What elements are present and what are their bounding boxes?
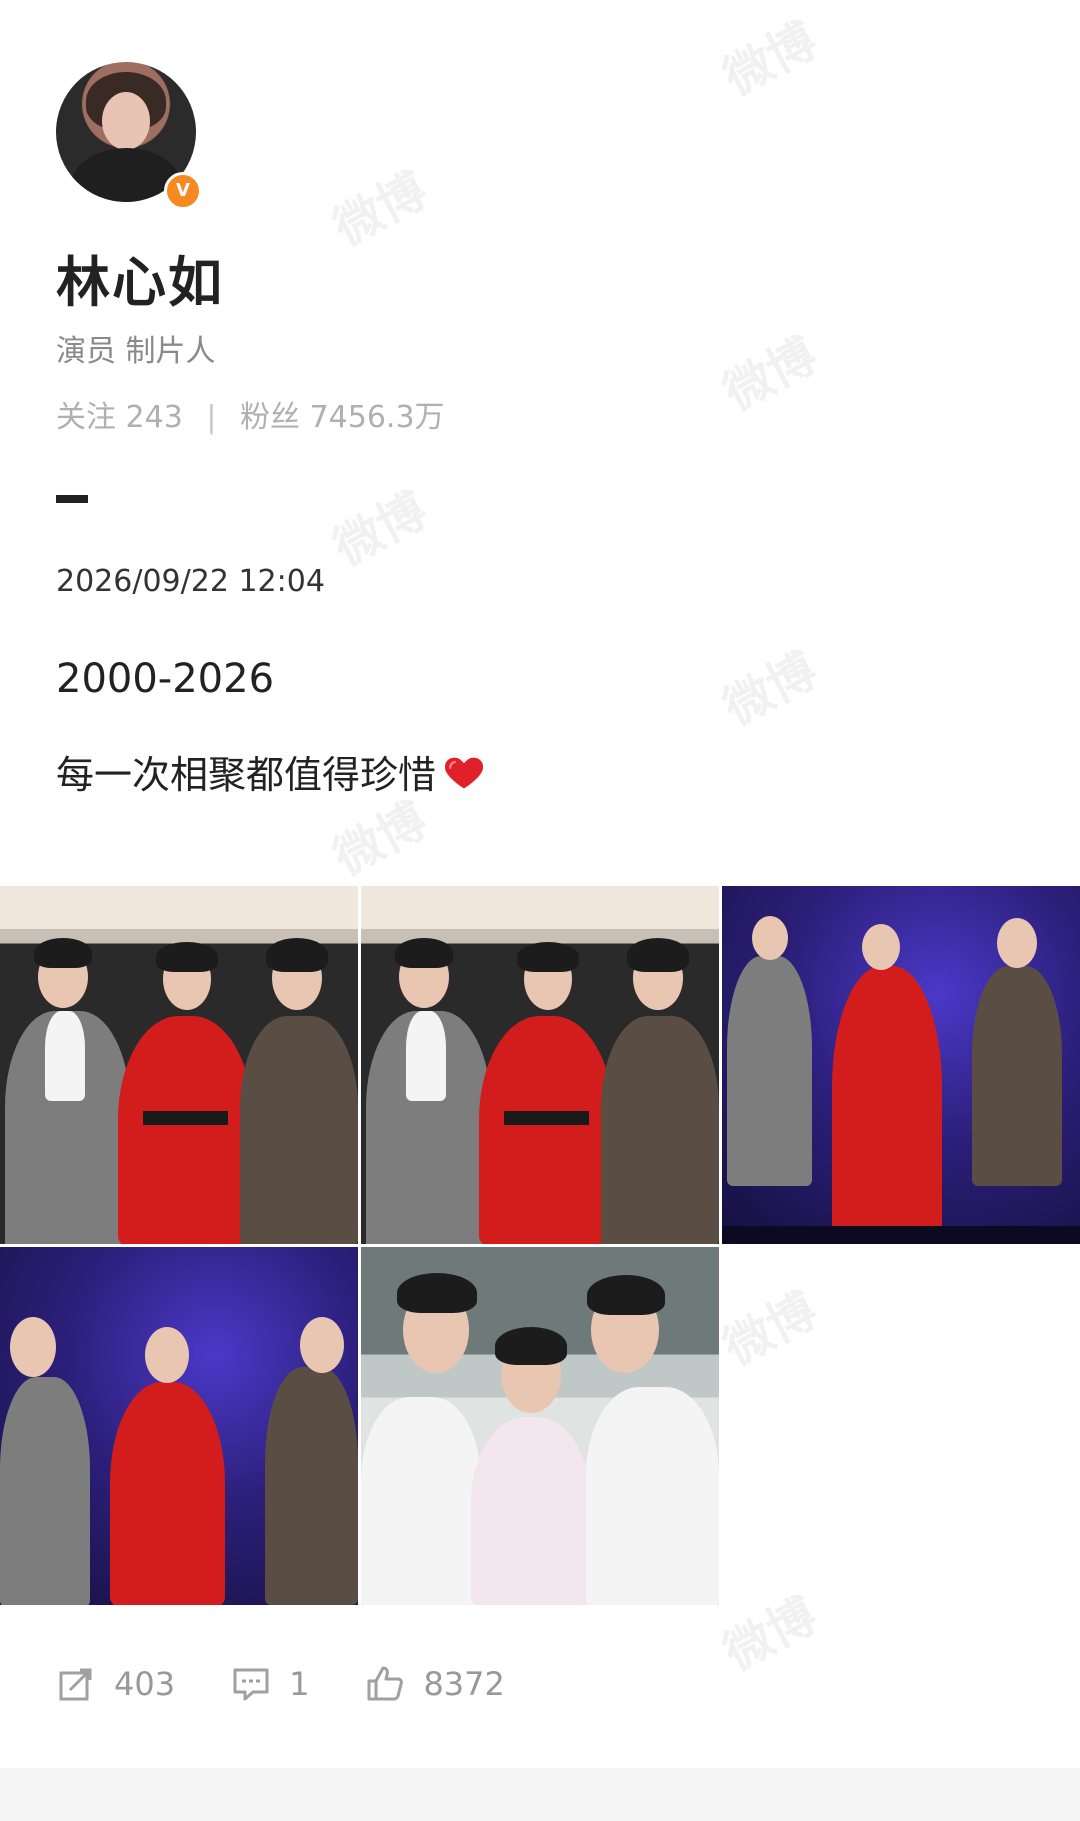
comment-count: 1 (289, 1665, 310, 1703)
post-text: 每一次相聚都值得珍惜 (56, 753, 437, 797)
profile-stats: 关注 243 | 粉丝 7456.3万 (56, 392, 445, 436)
following-count: 243 (125, 400, 183, 435)
heart-icon (442, 750, 486, 794)
post-timestamp: 2026/09/22 12:04 (56, 564, 325, 599)
post-text-line1: 2000-2026 (56, 656, 275, 702)
comment-icon (233, 1668, 269, 1701)
profile-name[interactable]: 林心如 (56, 238, 224, 317)
post-image-2[interactable] (361, 886, 719, 1244)
following-label: 关注 (56, 400, 116, 435)
watermark: 微博 (714, 327, 826, 422)
verified-badge-icon: V (164, 172, 202, 210)
following-link[interactable]: 关注 243 (56, 400, 192, 435)
repost-icon (59, 1668, 92, 1701)
profile-bio: 演员 制片人 (56, 334, 216, 369)
post-text-line2: 每一次相聚都值得珍惜 (56, 744, 486, 799)
watermark: 微博 (324, 162, 436, 257)
watermark: 微博 (324, 482, 436, 577)
like-count: 8372 (423, 1665, 505, 1703)
watermark: 微博 (714, 642, 826, 737)
watermark: 微博 (714, 12, 826, 107)
post-image-5[interactable] (361, 1247, 719, 1605)
followers-label: 粉丝 (240, 400, 301, 435)
comment-button[interactable]: 1 (231, 1664, 309, 1704)
post-image-grid (0, 886, 1080, 1606)
post-image-4[interactable] (0, 1247, 358, 1605)
followers-link[interactable]: 粉丝 7456.3万 (240, 400, 445, 435)
repost-count: 403 (114, 1665, 176, 1703)
stats-divider: | (206, 400, 217, 435)
like-icon (367, 1666, 404, 1701)
post-image-1[interactable] (0, 886, 358, 1244)
section-divider (56, 495, 88, 503)
like-button[interactable]: 8372 (365, 1664, 505, 1704)
bottom-bar (0, 1768, 1080, 1821)
repost-button[interactable]: 403 (56, 1664, 175, 1704)
followers-count: 7456.3万 (309, 400, 445, 435)
post-image-3[interactable] (722, 886, 1080, 1244)
post-actions: 403 1 8372 (56, 1660, 561, 1708)
